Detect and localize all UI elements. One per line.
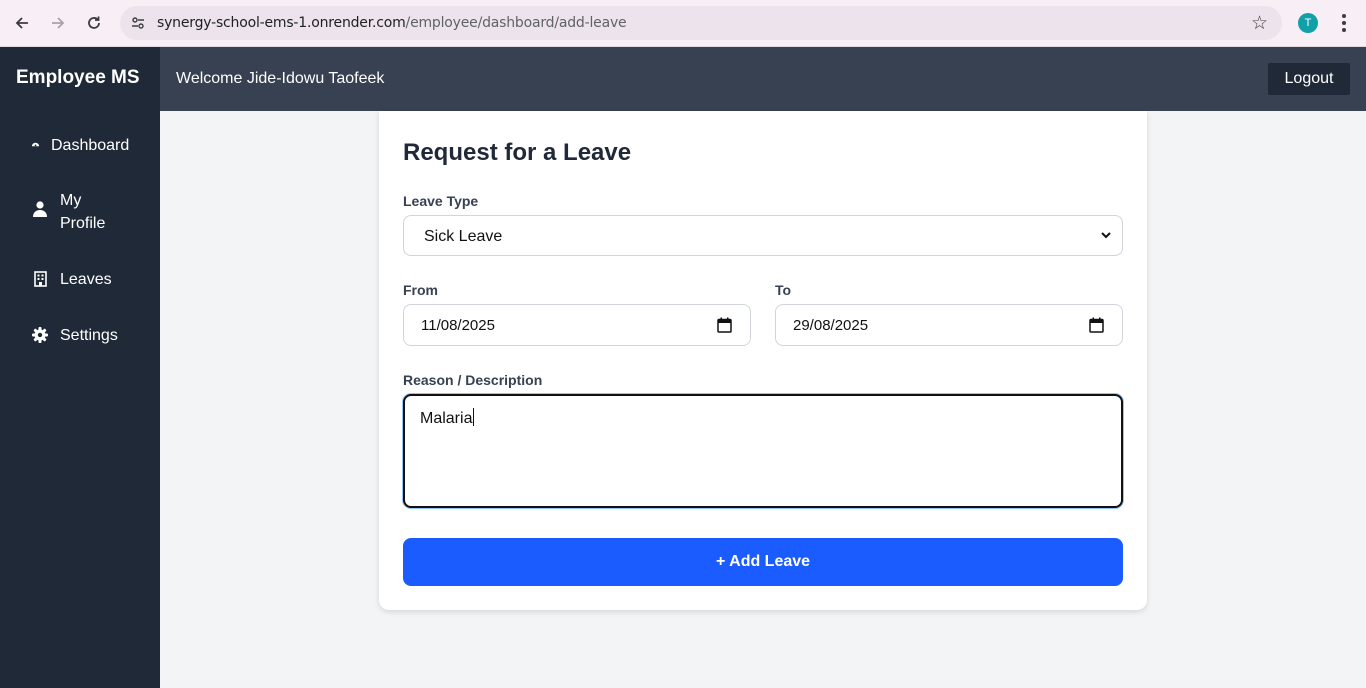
welcome-text: Welcome Jide-Idowu Taofeek	[176, 70, 385, 87]
text-caret	[473, 408, 475, 426]
dashboard-icon	[30, 134, 41, 149]
url-host: synergy-school-ems-1.onrender.com	[157, 15, 406, 31]
sidebar-item-label: Leaves	[60, 271, 112, 288]
building-icon	[30, 268, 50, 287]
profile-avatar[interactable]: T	[1298, 13, 1318, 33]
reason-text: Malaria	[420, 410, 473, 427]
reason-label: Reason / Description	[403, 372, 543, 388]
sidebar-item-label: Dashboard	[51, 137, 130, 154]
sidebar-item-my-profile[interactable]: My Profile	[30, 189, 120, 235]
gear-icon	[30, 324, 50, 343]
leave-type-value: Sick Leave	[424, 228, 503, 245]
calendar-icon[interactable]	[717, 317, 732, 338]
sidebar-item-leaves[interactable]: Leaves	[30, 268, 112, 291]
brand-area: Employee MS	[0, 47, 160, 111]
forward-icon[interactable]	[45, 10, 71, 36]
leave-type-label: Leave Type	[403, 193, 479, 209]
sidebar-item-label: My Profile	[60, 192, 106, 232]
back-icon[interactable]	[9, 10, 35, 36]
to-date-value: 29/08/2025	[793, 317, 869, 334]
site-settings-icon[interactable]	[128, 13, 148, 33]
leave-request-card: Request for a Leave Leave Type Sick Leav…	[379, 111, 1147, 610]
browser-toolbar: synergy-school-ems-1.onrender.com/employ…	[0, 0, 1366, 47]
from-date-input[interactable]: 11/08/2025	[403, 304, 751, 346]
sidebar: Dashboard My Profile Leaves Settings	[0, 111, 160, 688]
brand-title: Employee MS	[16, 67, 140, 88]
to-date-input[interactable]: 29/08/2025	[775, 304, 1123, 346]
sidebar-item-settings[interactable]: Settings	[30, 324, 118, 347]
sidebar-item-dashboard[interactable]: Dashboard	[30, 134, 129, 157]
to-label: To	[775, 282, 792, 298]
page-title: Request for a Leave	[403, 139, 632, 166]
from-date-value: 11/08/2025	[421, 317, 495, 334]
from-label: From	[403, 282, 438, 298]
chevron-down-icon	[1100, 228, 1112, 246]
calendar-icon[interactable]	[1089, 317, 1104, 338]
bookmark-star-icon[interactable]: ☆	[1251, 12, 1268, 35]
browser-menu-icon[interactable]	[1334, 11, 1354, 35]
leave-type-select[interactable]: Sick Leave	[403, 215, 1123, 256]
url-path: /employee/dashboard/add-leave	[405, 15, 627, 31]
user-icon	[30, 189, 50, 217]
reason-textarea[interactable]: Malaria	[403, 394, 1123, 508]
url-text: synergy-school-ems-1.onrender.com/employ…	[157, 15, 627, 31]
app-header: Welcome Jide-Idowu Taofeek Logout	[0, 47, 1366, 111]
reason-value: Malaria	[420, 408, 475, 428]
sidebar-item-label: Settings	[60, 327, 118, 344]
add-leave-button[interactable]: + Add Leave	[403, 538, 1123, 586]
logout-button[interactable]: Logout	[1268, 63, 1350, 95]
address-bar[interactable]: synergy-school-ems-1.onrender.com/employ…	[120, 6, 1282, 40]
reload-icon[interactable]	[81, 10, 107, 36]
